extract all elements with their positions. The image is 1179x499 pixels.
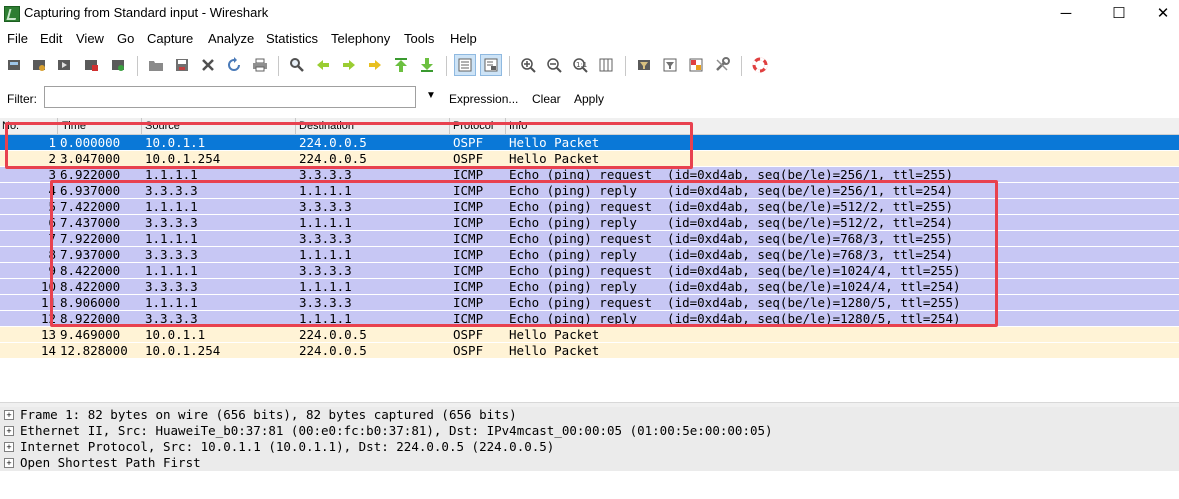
highlight-box-ospf — [5, 122, 693, 169]
packet-protocol: OSPF — [453, 327, 484, 342]
packet-destination: 224.0.0.5 — [299, 327, 367, 342]
normal-size-icon[interactable]: 1:1 — [569, 54, 591, 76]
go-to-packet-icon[interactable] — [364, 54, 386, 76]
packet-no: 14 — [40, 343, 56, 358]
detail-tree-item[interactable]: + Frame 1: 82 bytes on wire (656 bits), 8… — [0, 407, 1179, 423]
detail-text: Frame 1: 82 bytes on wire (656 bits), 82… — [20, 407, 517, 422]
go-last-icon[interactable] — [416, 54, 438, 76]
filter-dropdown-icon[interactable]: ▼ — [426, 90, 436, 101]
packet-time: 9.469000 — [60, 327, 121, 342]
packet-no: 12 — [40, 311, 56, 326]
packet-no: 3 — [48, 167, 56, 182]
expand-plus-icon[interactable]: + — [4, 458, 14, 468]
wireshark-logo-icon — [4, 6, 20, 22]
filter-label: Filter: — [7, 92, 37, 106]
packet-no: 7 — [48, 231, 56, 246]
open-file-icon[interactable] — [145, 54, 167, 76]
print-icon[interactable] — [249, 54, 271, 76]
start-capture-icon[interactable] — [53, 54, 75, 76]
detail-tree-item[interactable]: + Ethernet II, Src: HuaweiTe_b0:37:81 (00… — [0, 423, 1179, 439]
clear-button[interactable]: Clear — [532, 92, 561, 106]
expand-plus-icon[interactable]: + — [4, 426, 14, 436]
packet-no: 5 — [48, 199, 56, 214]
svg-text:1:1: 1:1 — [576, 61, 587, 69]
find-packet-icon[interactable] — [286, 54, 308, 76]
colorize-icon[interactable] — [454, 54, 476, 76]
expression-button[interactable]: Expression... — [449, 92, 518, 106]
packet-no: 13 — [40, 327, 56, 342]
packet-no: 11 — [40, 295, 56, 310]
packet-no: 10 — [40, 279, 56, 294]
display-filters-icon[interactable] — [659, 54, 681, 76]
packet-no: 9 — [48, 263, 56, 278]
title-bar: Capturing from Standard input - Wireshar… — [0, 0, 1179, 28]
capture-options-icon[interactable] — [28, 54, 50, 76]
detail-tree-item[interactable]: + Open Shortest Path First — [0, 455, 1179, 471]
filter-bar: Filter: ▼ Expression... Clear Apply — [0, 84, 1179, 112]
close-file-icon[interactable] — [197, 54, 219, 76]
packet-protocol: OSPF — [453, 343, 484, 358]
packet-row[interactable]: 13 9.469000 10.0.1.1 224.0.0.5 OSPF Hello Pac… — [0, 327, 1179, 343]
maximize-button[interactable]: ☐ — [1096, 0, 1142, 28]
menu-help[interactable]: Help — [450, 31, 477, 46]
restart-capture-icon[interactable] — [107, 54, 129, 76]
detail-tree-item[interactable]: + Internet Protocol, Src: 10.0.1.1 (10.0.… — [0, 439, 1179, 455]
menu-go[interactable]: Go — [117, 31, 134, 46]
toolbar-separator — [137, 56, 138, 76]
packet-time: 12.828000 — [60, 343, 128, 358]
zoom-in-icon[interactable] — [517, 54, 539, 76]
save-file-icon[interactable] — [171, 54, 193, 76]
packet-destination: 224.0.0.5 — [299, 343, 367, 358]
detail-text: Ethernet II, Src: HuaweiTe_b0:37:81 (00:… — [20, 423, 773, 438]
packet-no: 8 — [48, 247, 56, 262]
menu-file[interactable]: File — [7, 31, 28, 46]
help-icon[interactable] — [749, 54, 771, 76]
packet-no: 6 — [48, 215, 56, 230]
interface-list-icon[interactable] — [3, 54, 25, 76]
detail-text: Open Shortest Path First — [20, 455, 201, 470]
go-first-icon[interactable] — [390, 54, 412, 76]
preferences-icon[interactable] — [711, 54, 733, 76]
coloring-rules-icon[interactable] — [685, 54, 707, 76]
highlight-box-icmp — [50, 180, 998, 327]
minimize-button[interactable]: ─ — [1043, 0, 1089, 28]
reload-icon[interactable] — [223, 54, 245, 76]
go-back-icon[interactable] — [312, 54, 334, 76]
menu-view[interactable]: View — [76, 31, 104, 46]
expand-plus-icon[interactable]: + — [4, 442, 14, 452]
packet-info: Hello Packet — [509, 327, 600, 342]
toolbar-separator — [278, 56, 279, 76]
resize-columns-icon[interactable] — [595, 54, 617, 76]
menu-edit[interactable]: Edit — [40, 31, 62, 46]
menu-capture[interactable]: Capture — [147, 31, 193, 46]
toolbar-separator — [446, 56, 447, 76]
window-title: Capturing from Standard input - Wireshar… — [24, 5, 269, 20]
main-toolbar: 1:1 — [0, 52, 1179, 80]
go-forward-icon[interactable] — [338, 54, 360, 76]
toolbar-separator — [625, 56, 626, 76]
close-button[interactable]: ✕ — [1140, 0, 1179, 28]
menu-statistics[interactable]: Statistics — [266, 31, 318, 46]
capture-filters-icon[interactable] — [633, 54, 655, 76]
expand-plus-icon[interactable]: + — [4, 410, 14, 420]
packet-source: 10.0.1.254 — [145, 343, 221, 358]
toolbar-separator — [509, 56, 510, 76]
menu-telephony[interactable]: Telephony — [331, 31, 390, 46]
menu-bar: File Edit View Go Capture Analyze Statis… — [0, 29, 1179, 49]
packet-row[interactable]: 14 12.828000 10.0.1.254 224.0.0.5 OSPF Hello … — [0, 343, 1179, 359]
auto-scroll-icon[interactable] — [480, 54, 502, 76]
packet-no: 4 — [48, 183, 56, 198]
apply-button[interactable]: Apply — [574, 92, 604, 106]
detail-text: Internet Protocol, Src: 10.0.1.1 (10.0.1… — [20, 439, 555, 454]
packet-source: 10.0.1.1 — [145, 327, 206, 342]
menu-analyze[interactable]: Analyze — [208, 31, 254, 46]
packet-details: + Frame 1: 82 bytes on wire (656 bits), 8… — [0, 407, 1179, 471]
toolbar-separator — [741, 56, 742, 76]
zoom-out-icon[interactable] — [543, 54, 565, 76]
menu-tools[interactable]: Tools — [404, 31, 434, 46]
filter-input[interactable] — [44, 86, 416, 108]
stop-capture-icon[interactable] — [80, 54, 102, 76]
packet-info: Hello Packet — [509, 343, 600, 358]
